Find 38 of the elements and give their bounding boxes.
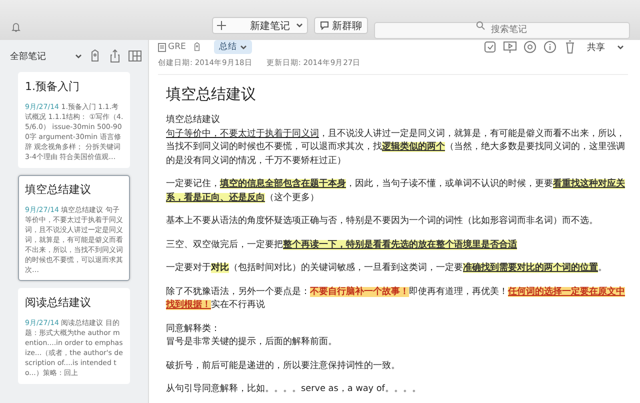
bell-icon[interactable]: [10, 20, 22, 34]
caret-icon: [617, 44, 624, 50]
note-heading: 填空总结建议: [166, 85, 257, 104]
plus-icon: [217, 21, 226, 30]
note-paragraph: 基本上不要从语法的角度怀疑选项正确与否，特别是不要因为一个词的词性（比如形容词而非名词）而不选。: [166, 215, 599, 228]
notes-filter[interactable]: 全部笔记: [10, 50, 69, 62]
note-paragraph: 一定要记住，填空的信息全部包含在题干本身，因此，当句子读不懂，或单词不认识的时候，更要看重找这种对应关系，看是正向、还是反向（这个更多）: [166, 178, 626, 204]
note-paragraph: 除了不犹豫语法，另外一个要点是：不要自行脑补一个故事！即使再有道理，再优美！任何词的选择一定要在原文中找到根据！实在不行再说: [166, 286, 626, 312]
note-title: 填空总结建议: [25, 182, 92, 197]
search-icon: [476, 21, 485, 30]
new-note-button[interactable]: 新建笔记: [212, 17, 308, 34]
search-field[interactable]: 搜索笔记: [374, 22, 630, 38]
note-paragraph: 句子等价中，不要太过于执着于同义词，且不说没人讲过一定是同义词，就算是，有可能是僻义而看不出来，所以，当找不到同义词的时候也不要慌，可以退而求其次，找逻辑类似的两个（当然，绝大多数是要找同义词的，这里强调的是没有同义词的情况，千万不要矫枉过正）: [166, 128, 626, 168]
note-paragraph: 同意解释类：: [166, 322, 221, 336]
tag-chip[interactable]: 总结: [214, 40, 252, 54]
tag-icon[interactable]: [192, 42, 202, 52]
share-icon[interactable]: [108, 49, 122, 63]
note-paragraph: 三空、双空做完后，一定要把整个再读一下，特别是看看先选的放在整个语境里是否合适: [166, 238, 518, 252]
caret-icon: [296, 23, 303, 28]
note-title: 1.预备入门: [25, 79, 80, 94]
reminder-icon[interactable]: [483, 40, 497, 54]
layout-icon[interactable]: [128, 49, 142, 63]
presentation-icon[interactable]: [503, 40, 517, 54]
note-paragraph: 冒号是非常关键的提示，后面的解释前面。: [166, 336, 338, 349]
info-icon[interactable]: [543, 40, 557, 54]
caret-icon: [240, 44, 247, 50]
dropdown-caret-icon: [75, 54, 82, 58]
note-paragraph: 从句引导同意解释，比如。。。。serve as，a way of。。。。: [166, 383, 422, 396]
notebook-icon: [158, 42, 166, 52]
new-chat-button[interactable]: 新群聊: [314, 17, 368, 34]
trash-icon[interactable]: [563, 40, 577, 54]
share-button[interactable]: 共享: [583, 40, 628, 54]
note-paragraph: 破折号，前后可能是递进的，所以要注意保持词性的一致。: [166, 360, 401, 372]
note-title: 阅读总结建议: [25, 295, 92, 310]
note-paragraph: 填空总结建议: [166, 114, 221, 127]
note-paragraph: 一定要对于对比（包括时间对比）的关键词敏感，一旦看到这类词，一定要准确找到需要对比的两个词的位置。: [166, 262, 608, 275]
notebook-label[interactable]: GRE: [158, 42, 186, 52]
chat-icon: [320, 21, 329, 30]
